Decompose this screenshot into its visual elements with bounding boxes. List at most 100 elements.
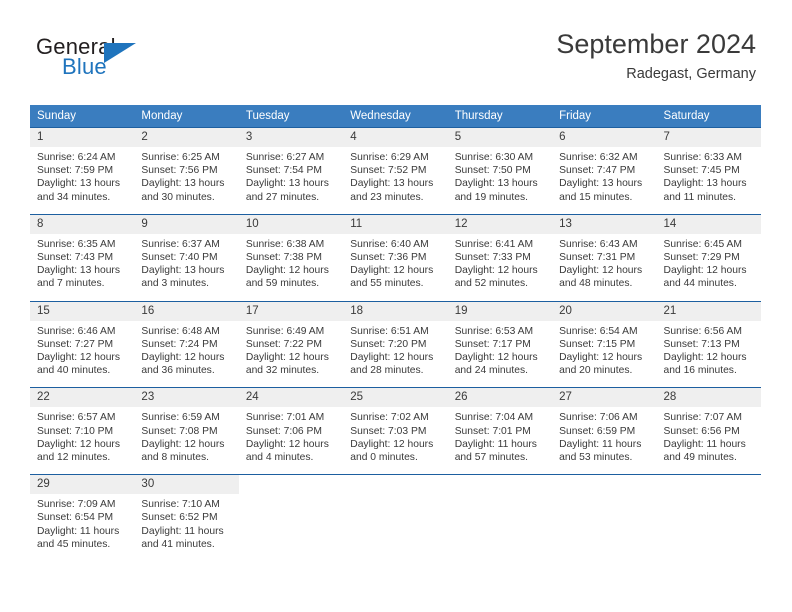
day-details: Sunrise: 6:32 AM Sunset: 7:47 PM Daylight:… (552, 147, 656, 214)
calendar-day-cell[interactable]: 17 Sunrise: 6:49 AM Sunset: 7:22 PM Dayligh… (238, 300, 344, 388)
sunrise-time: Sunrise: 6:25 AM (141, 152, 220, 163)
calendar-day-cell[interactable]: 16 Sunrise: 6:48 AM Sunset: 7:24 PM Dayligh… (134, 300, 239, 388)
location-subtitle: Radegast, Germany (626, 66, 756, 82)
daylight-duration-line2: and 27 minutes. (245, 191, 320, 203)
calendar-day-cell[interactable]: 29 Sunrise: 7:09 AM Sunset: 6:54 PM Dayligh… (30, 474, 135, 562)
day-details: Sunrise: 6:49 AM Sunset: 7:22 PM Daylight:… (239, 321, 343, 388)
sunrise-time: Sunrise: 7:07 AM (663, 412, 742, 424)
day-number: 2 (134, 128, 239, 147)
calendar-day-cell[interactable]: 3 Sunrise: 6:27 AM Sunset: 7:54 PM Daylight… (238, 127, 344, 215)
day-details (239, 494, 343, 552)
calendar-day-cell[interactable]: 28 Sunrise: 7:07 AM Sunset: 6:56 PM Dayligh… (656, 387, 761, 475)
sunrise-time: Sunrise: 6:35 AM (37, 238, 116, 250)
day-details: Sunrise: 6:51 AM Sunset: 7:20 PM Daylight:… (343, 321, 447, 388)
day-details (657, 494, 761, 552)
daylight-duration-line2: and 34 minutes. (37, 191, 111, 203)
calendar-day-cell[interactable]: 13 Sunrise: 6:43 AM Sunset: 7:31 PM Dayligh… (552, 213, 657, 302)
daylight-duration-line1: Daylight: 13 hours (141, 265, 225, 277)
calendar-cell-empty (238, 474, 344, 562)
weekday-header-wednesday: Wednesday (343, 105, 448, 128)
sunrise-time: Sunrise: 7:01 AM (245, 412, 325, 424)
day-details: Sunrise: 6:25 AM Sunset: 7:56 PM Daylight:… (134, 147, 238, 214)
sunset-time: Sunset: 7:54 PM (245, 165, 322, 177)
calendar-day-cell[interactable]: 8 Sunrise: 6:35 AM Sunset: 7:43 PM Daylight… (30, 213, 135, 302)
sunrise-time: Sunrise: 7:02 AM (350, 412, 429, 424)
daylight-duration-line2: and 49 minutes. (663, 452, 737, 464)
sunset-time: Sunset: 6:54 PM (37, 512, 114, 524)
sunrise-time: Sunrise: 7:06 AM (559, 412, 638, 424)
day-number: 11 (343, 214, 448, 234)
day-details: Sunrise: 6:59 AM Sunset: 7:08 PM Daylight:… (134, 407, 238, 474)
sunset-time: Sunset: 7:15 PM (559, 338, 636, 350)
day-number: 6 (552, 128, 657, 147)
sunset-time: Sunset: 7:20 PM (350, 338, 427, 350)
sunset-time: Sunset: 6:59 PM (559, 425, 636, 437)
calendar-day-cell[interactable]: 5 Sunrise: 6:30 AM Sunset: 7:50 PM Daylight… (447, 127, 553, 215)
daylight-duration-line1: Daylight: 12 hours (141, 352, 225, 364)
calendar-day-cell[interactable]: 27 Sunrise: 7:06 AM Sunset: 6:59 PM Dayligh… (552, 387, 657, 475)
calendar-day-cell[interactable]: 4 Sunrise: 6:29 AM Sunset: 7:52 PM Daylight… (343, 127, 448, 215)
calendar-day-cell[interactable]: 15 Sunrise: 6:46 AM Sunset: 7:27 PM Dayligh… (30, 300, 135, 388)
day-details (552, 494, 656, 552)
daylight-duration-line2: and 36 minutes. (141, 365, 215, 377)
day-number: 9 (134, 214, 239, 234)
calendar-day-cell[interactable]: 7 Sunrise: 6:33 AM Sunset: 7:45 PM Daylight… (656, 127, 761, 215)
calendar-cell-empty (656, 474, 761, 562)
daylight-duration-line2: and 11 minutes. (663, 191, 737, 203)
sunset-time: Sunset: 7:36 PM (350, 252, 427, 264)
calendar-day-cell[interactable]: 18 Sunrise: 6:51 AM Sunset: 7:20 PM Dayligh… (343, 300, 448, 388)
sunset-time: Sunset: 7:38 PM (245, 252, 322, 264)
day-details: Sunrise: 6:45 AM Sunset: 7:29 PM Daylight:… (657, 234, 761, 301)
daylight-duration-line1: Daylight: 13 hours (37, 178, 120, 190)
calendar-day-cell[interactable]: 2 Sunrise: 6:25 AM Sunset: 7:56 PM Daylight… (134, 127, 239, 215)
sunset-time: Sunset: 7:52 PM (350, 165, 427, 177)
calendar-day-cell[interactable]: 22 Sunrise: 6:57 AM Sunset: 7:10 PM Dayligh… (30, 387, 135, 475)
daylight-duration-line1: Daylight: 12 hours (663, 265, 747, 277)
sunrise-time: Sunrise: 6:40 AM (350, 238, 429, 250)
calendar-day-cell[interactable]: 10 Sunrise: 6:38 AM Sunset: 7:38 PM Dayligh… (238, 213, 344, 302)
calendar-day-cell[interactable]: 26 Sunrise: 7:04 AM Sunset: 7:01 PM Dayligh… (447, 387, 553, 475)
sunrise-sunset-calendar: Sunday Monday Tuesday Wednesday Thursday… (30, 105, 761, 562)
daylight-duration-line2: and 15 minutes. (559, 191, 633, 203)
day-details: Sunrise: 6:41 AM Sunset: 7:33 PM Daylight:… (448, 234, 552, 301)
title-block: September 2024 Radegast, Germany (556, 28, 756, 83)
brand-logo[interactable]: General Blue (36, 34, 256, 84)
calendar-day-cell[interactable]: 25 Sunrise: 7:02 AM Sunset: 7:03 PM Dayligh… (343, 387, 448, 475)
day-number: 14 (656, 214, 761, 234)
daylight-duration-line1: Daylight: 12 hours (141, 438, 225, 450)
day-number (447, 475, 553, 495)
calendar-day-cell[interactable]: 9 Sunrise: 6:37 AM Sunset: 7:40 PM Daylight… (134, 213, 239, 302)
calendar-day-cell[interactable]: 23 Sunrise: 6:59 AM Sunset: 7:08 PM Dayligh… (134, 387, 239, 475)
day-details (343, 494, 447, 552)
day-number (343, 475, 448, 495)
calendar-day-cell[interactable]: 21 Sunrise: 6:56 AM Sunset: 7:13 PM Dayligh… (656, 300, 761, 388)
day-number: 13 (552, 214, 657, 234)
daylight-duration-line2: and 48 minutes. (559, 278, 633, 290)
weekday-header-thursday: Thursday (447, 105, 553, 128)
sunrise-time: Sunrise: 6:29 AM (350, 152, 429, 163)
sunrise-time: Sunrise: 6:37 AM (141, 238, 220, 250)
calendar-day-cell[interactable]: 14 Sunrise: 6:45 AM Sunset: 7:29 PM Dayligh… (656, 213, 761, 302)
day-details: Sunrise: 6:56 AM Sunset: 7:13 PM Daylight:… (657, 321, 761, 388)
daylight-duration-line2: and 12 minutes. (37, 452, 111, 464)
calendar-cell-empty (343, 474, 448, 562)
day-number: 15 (30, 301, 135, 321)
daylight-duration-line2: and 32 minutes. (245, 365, 320, 377)
day-number: 8 (30, 214, 135, 234)
day-details: Sunrise: 6:33 AM Sunset: 7:45 PM Daylight:… (657, 147, 761, 214)
calendar-day-cell[interactable]: 19 Sunrise: 6:53 AM Sunset: 7:17 PM Dayligh… (447, 300, 553, 388)
day-number: 28 (656, 388, 761, 408)
day-number: 19 (447, 301, 553, 321)
calendar-day-cell[interactable]: 11 Sunrise: 6:40 AM Sunset: 7:36 PM Dayligh… (343, 213, 448, 302)
calendar-day-cell[interactable]: 6 Sunrise: 6:32 AM Sunset: 7:47 PM Daylight… (552, 127, 657, 215)
page-title: September 2024 (556, 29, 756, 59)
calendar-day-cell[interactable]: 20 Sunrise: 6:54 AM Sunset: 7:15 PM Dayligh… (552, 300, 657, 388)
calendar-day-cell[interactable]: 24 Sunrise: 7:01 AM Sunset: 7:06 PM Dayligh… (238, 387, 344, 475)
calendar-day-cell[interactable]: 1 Sunrise: 6:24 AM Sunset: 7:59 PM Daylight… (30, 127, 135, 215)
calendar-day-cell[interactable]: 30 Sunrise: 7:10 AM Sunset: 6:52 PM Dayligh… (134, 474, 239, 562)
sunrise-time: Sunrise: 6:51 AM (350, 325, 429, 337)
daylight-duration-line1: Daylight: 11 hours (559, 438, 642, 450)
sunrise-time: Sunrise: 6:53 AM (454, 325, 534, 337)
daylight-duration-line2: and 3 minutes. (141, 278, 209, 290)
calendar-day-cell[interactable]: 12 Sunrise: 6:41 AM Sunset: 7:33 PM Dayligh… (447, 213, 553, 302)
